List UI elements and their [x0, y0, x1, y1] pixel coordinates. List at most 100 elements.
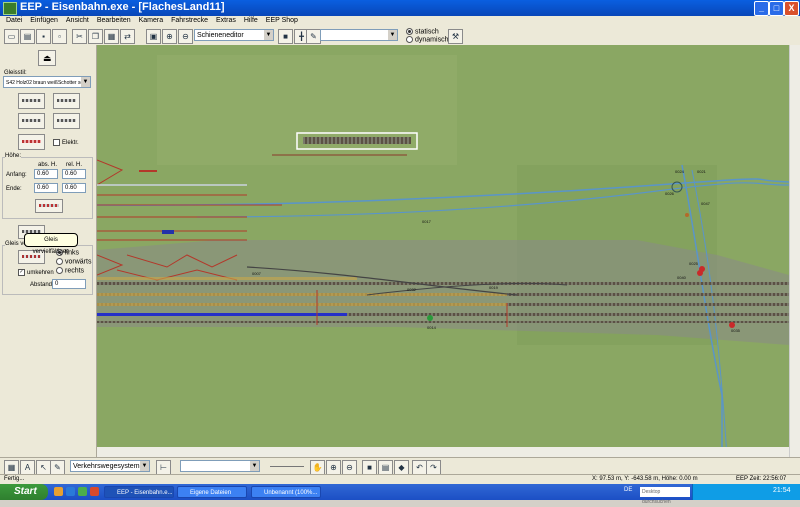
- menu-bar: Datei Einfügen Ansicht Bearbeiten Kamera…: [0, 16, 800, 27]
- chevron-down-icon[interactable]: ▼: [264, 30, 273, 40]
- undo-icon[interactable]: ↶: [412, 460, 427, 475]
- menu-hilfe[interactable]: Hilfe: [244, 17, 258, 24]
- straight-track-button[interactable]: [18, 93, 45, 109]
- zoom-out-icon[interactable]: ⊖: [178, 29, 193, 44]
- open-folder-icon[interactable]: ▤: [20, 29, 35, 44]
- radio-vorwaerts[interactable]: vorwärts: [56, 258, 91, 265]
- layout-view[interactable]: 0024 0021 0026 0047 0017 0025 0040 0032 …: [97, 45, 789, 457]
- menu-bearbeiten[interactable]: Bearbeiten: [97, 17, 131, 24]
- title-bar[interactable]: EEP - Eisenbahn.exe - [FlachesLand11] _ …: [0, 0, 800, 16]
- train-blue[interactable]: [97, 313, 347, 316]
- map-view-icon[interactable]: ▣: [146, 29, 161, 44]
- elektr-checkbox[interactable]: Elektr.: [53, 139, 79, 146]
- language-indicator[interactable]: DE: [624, 487, 632, 493]
- redo-icon[interactable]: ↷: [426, 460, 441, 475]
- radio-indicator: [56, 258, 63, 265]
- quicklaunch-icon[interactable]: [54, 487, 63, 496]
- save-icon[interactable]: ▪: [36, 29, 51, 44]
- main-track[interactable]: [97, 321, 789, 323]
- cut-icon[interactable]: ✂: [72, 29, 87, 44]
- chevron-down-icon[interactable]: ▼: [388, 30, 397, 40]
- platform-track: [97, 293, 507, 296]
- maximize-button[interactable]: □: [769, 1, 784, 16]
- chevron-down-icon[interactable]: ▼: [81, 77, 90, 87]
- menu-kamera[interactable]: Kamera: [139, 17, 164, 24]
- pointer-icon[interactable]: ↖: [36, 460, 51, 475]
- quicklaunch-icon[interactable]: [78, 487, 87, 496]
- menu-extras[interactable]: Extras: [216, 17, 236, 24]
- text-icon[interactable]: A: [20, 460, 35, 475]
- menu-eep-shop[interactable]: EEP Shop: [266, 17, 298, 24]
- menu-ansicht[interactable]: Ansicht: [66, 17, 89, 24]
- desktop-search-input[interactable]: Desktop durchsuchen: [640, 487, 690, 505]
- scene-label: 0040: [677, 275, 687, 280]
- radio-rechts-label: rechts: [65, 267, 85, 275]
- menu-datei[interactable]: Datei: [6, 17, 22, 24]
- track-join-icon[interactable]: ⊢: [156, 460, 171, 475]
- radio-dynamisch[interactable]: dynamisch: [406, 36, 448, 43]
- zoom-slider[interactable]: [270, 466, 304, 467]
- chevron-down-icon[interactable]: ▼: [140, 461, 149, 471]
- taskbar-item-paint[interactable]: Unbenannt (100%...: [251, 486, 321, 498]
- apply-height-button[interactable]: [35, 199, 63, 213]
- layer-select[interactable]: ▼: [180, 460, 260, 472]
- radio-statisch[interactable]: statisch: [406, 28, 439, 35]
- chevron-down-icon[interactable]: ▼: [250, 461, 259, 471]
- umkehren-label: umkehren: [27, 270, 54, 277]
- quicklaunch-icon[interactable]: [66, 487, 75, 496]
- gleisstil-value: S42 Holz02 braun weißSchotter sc: [6, 80, 83, 86]
- main-track[interactable]: [97, 282, 789, 285]
- menu-fahrstrecke[interactable]: Fahrstrecke: [171, 17, 208, 24]
- wagon-blue[interactable]: [162, 230, 174, 234]
- save-as-icon[interactable]: ▫: [52, 29, 67, 44]
- ende-abs-input[interactable]: 0.60: [34, 183, 58, 193]
- anfang-abs-input[interactable]: 0.60: [34, 169, 58, 179]
- horizontal-scrollbar[interactable]: [97, 447, 789, 457]
- object-select[interactable]: ▼: [320, 29, 398, 41]
- zoom-in-icon[interactable]: ⊕: [162, 29, 177, 44]
- abstand-input[interactable]: 0: [52, 279, 86, 289]
- new-file-icon[interactable]: ▭: [4, 29, 19, 44]
- grid-icon[interactable]: ▦: [4, 460, 19, 475]
- menu-einfuegen[interactable]: Einfügen: [30, 17, 58, 24]
- eject-button[interactable]: ⏏: [38, 50, 56, 66]
- train-red-icon[interactable]: ■: [278, 29, 293, 44]
- track-properties-button[interactable]: [53, 93, 80, 109]
- quicklaunch-icon[interactable]: [90, 487, 99, 496]
- taskbar-item-eep[interactable]: EEP - Eisenbahn.e...: [104, 486, 174, 498]
- anfang-label: Anfang:: [6, 172, 27, 178]
- pencil-icon[interactable]: ✎: [50, 460, 65, 475]
- pan-icon[interactable]: ✋: [310, 460, 325, 475]
- paint-icon[interactable]: ◆: [394, 460, 409, 475]
- signal-red[interactable]: [697, 270, 703, 276]
- paste-icon[interactable]: ▦: [104, 29, 119, 44]
- signal-green[interactable]: [427, 315, 433, 321]
- track-tool-icon[interactable]: ✎: [306, 29, 321, 44]
- umkehren-checkbox[interactable]: ✓ umkehren: [18, 269, 54, 276]
- zoom-out-icon[interactable]: ⊖: [342, 460, 357, 475]
- ende-rel-input[interactable]: 0.60: [62, 183, 86, 193]
- zoom-in-icon[interactable]: ⊕: [326, 460, 341, 475]
- anfang-rel-input[interactable]: 0.60: [62, 169, 86, 179]
- tools-icon[interactable]: ⚒: [448, 29, 463, 44]
- start-button[interactable]: Start: [0, 484, 48, 500]
- move-icon[interactable]: ⇄: [120, 29, 135, 44]
- train-icon[interactable]: ■: [362, 460, 377, 475]
- delete-track-button[interactable]: [18, 134, 45, 150]
- selected-track[interactable]: [303, 137, 411, 144]
- gleisstil-select[interactable]: S42 Holz02 braun weißSchotter sc ▼: [3, 76, 91, 88]
- system-select[interactable]: Verkehrswegesystem ▼: [70, 460, 150, 472]
- layer-icon[interactable]: ▤: [378, 460, 393, 475]
- minimize-button[interactable]: _: [754, 1, 769, 16]
- vertical-scrollbar[interactable]: [789, 45, 800, 457]
- scene-label: 0007: [252, 271, 262, 276]
- checkbox-box: ✓: [18, 269, 25, 276]
- editor-select[interactable]: Schieneneditor ▼: [194, 29, 274, 41]
- scene-label: 0019: [489, 285, 499, 290]
- curve-track-button[interactable]: [18, 113, 45, 129]
- close-button[interactable]: X: [784, 1, 799, 16]
- radio-rechts[interactable]: rechts: [56, 267, 84, 274]
- copy-icon[interactable]: ❐: [88, 29, 103, 44]
- taskbar-item-files[interactable]: Eigene Dateien: [177, 486, 247, 498]
- track-settings-button[interactable]: [53, 113, 80, 129]
